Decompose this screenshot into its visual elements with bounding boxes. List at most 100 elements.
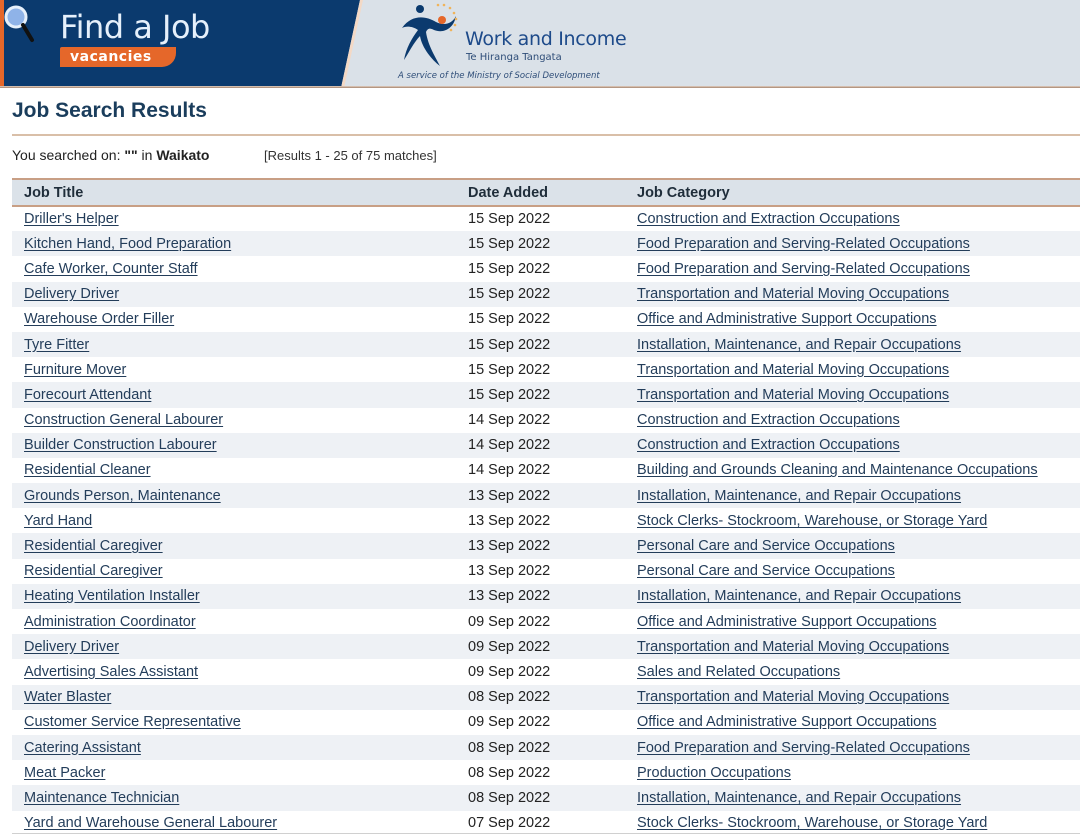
job-title-cell: Grounds Person, Maintenance	[12, 483, 468, 508]
table-row: Residential Caregiver 13 Sep 2022 Personal…	[12, 533, 1080, 559]
job-category-link[interactable]: Transportation and Material Moving Occup…	[637, 362, 949, 378]
table-row: Water Blaster 08 Sep 2022 Transportation a…	[12, 684, 1080, 710]
table-row: Driller's Helper 15 Sep 2022 Construction …	[12, 206, 1080, 231]
job-category-cell: Installation, Maintenance, and Repair Oc…	[637, 332, 1080, 357]
date-added-cell: 08 Sep 2022	[468, 764, 551, 781]
job-title-cell: Yard Hand	[12, 508, 468, 533]
table-row: Delivery Driver 09 Sep 2022 Transportation…	[12, 634, 1080, 660]
job-title-link[interactable]: Grounds Person, Maintenance	[24, 488, 221, 504]
job-title-link[interactable]: Maintenance Technician	[24, 790, 179, 806]
job-category-link[interactable]: Personal Care and Service Occupations	[637, 563, 895, 579]
job-category-link[interactable]: Transportation and Material Moving Occup…	[637, 689, 949, 705]
column-header-job-title: Job Title	[24, 184, 84, 201]
job-title-link[interactable]: Warehouse Order Filler	[24, 311, 174, 327]
job-title-cell: Catering Assistant	[12, 735, 468, 760]
job-category-link[interactable]: Transportation and Material Moving Occup…	[637, 639, 949, 655]
job-category-link[interactable]: Office and Administrative Support Occupa…	[637, 311, 937, 327]
table-row: Cafe Worker, Counter Staff 15 Sep 2022 Foo…	[12, 256, 1080, 281]
org-service-line: A service of the Ministry of Social Deve…	[398, 71, 600, 81]
job-category-cell: Construction and Extraction Occupations	[637, 433, 1080, 458]
job-category-link[interactable]: Construction and Extraction Occupations	[637, 437, 900, 453]
table-header-row: Job Title Date Added Job Category	[12, 179, 1080, 206]
job-category-cell: Office and Administrative Support Occupa…	[637, 710, 1080, 735]
job-category-link[interactable]: Office and Administrative Support Occupa…	[637, 714, 937, 730]
job-category-cell: Sales and Related Occupations	[637, 659, 1080, 684]
results-count: [Results 1 - 25 of 75 matches]	[264, 148, 437, 163]
date-added-cell: 15 Sep 2022	[468, 336, 551, 353]
job-title-link[interactable]: Water Blaster	[24, 689, 111, 705]
job-category-cell: Food Preparation and Serving-Related Occ…	[637, 231, 1080, 256]
job-title-link[interactable]: Kitchen Hand, Food Preparation	[24, 236, 231, 252]
search-term: ""	[124, 147, 138, 163]
job-category-link[interactable]: Sales and Related Occupations	[637, 664, 840, 680]
title-divider	[12, 134, 1080, 136]
table-row: Yard Hand 13 Sep 2022 Stock Clerks- Stockr…	[12, 508, 1080, 533]
table-row: Administration Coordinator 09 Sep 2022 Off…	[12, 609, 1080, 634]
job-category-link[interactable]: Transportation and Material Moving Occup…	[637, 387, 949, 403]
table-bottom-divider	[12, 833, 1080, 834]
job-title-link[interactable]: Customer Service Representative	[24, 714, 241, 730]
job-category-link[interactable]: Stock Clerks- Stockroom, Warehouse, or S…	[637, 513, 987, 529]
job-title-link[interactable]: Furniture Mover	[24, 362, 126, 378]
date-added-cell: 14 Sep 2022	[468, 412, 551, 429]
job-title-link[interactable]: Yard and Warehouse General Labourer	[24, 815, 277, 831]
job-category-link[interactable]: Installation, Maintenance, and Repair Oc…	[637, 488, 961, 504]
job-title-link[interactable]: Advertising Sales Assistant	[24, 664, 198, 680]
table-row: Maintenance Technician 08 Sep 2022 Install…	[12, 785, 1080, 811]
job-title-link[interactable]: Administration Coordinator	[24, 614, 196, 630]
work-and-income-logo-icon[interactable]	[398, 2, 462, 70]
table-row: Yard and Warehouse General Labourer 07 Se…	[12, 811, 1080, 836]
job-category-link[interactable]: Installation, Maintenance, and Repair Oc…	[637, 337, 961, 353]
job-title-link[interactable]: Residential Caregiver	[24, 563, 163, 579]
table-row: Catering Assistant 08 Sep 2022 Food Prepar…	[12, 734, 1080, 761]
job-category-link[interactable]: Food Preparation and Serving-Related Occ…	[637, 740, 970, 756]
job-category-link[interactable]: Office and Administrative Support Occupa…	[637, 614, 937, 630]
job-category-link[interactable]: Construction and Extraction Occupations	[637, 412, 900, 428]
find-a-job-logo-text[interactable]: Find a Job	[60, 8, 210, 46]
job-title-link[interactable]: Driller's Helper	[24, 211, 119, 227]
job-category-link[interactable]: Food Preparation and Serving-Related Occ…	[637, 236, 970, 252]
job-title-cell: Tyre Fitter	[12, 332, 468, 357]
results-body: Driller's Helper 15 Sep 2022 Construction …	[12, 206, 1080, 836]
job-category-link[interactable]: Installation, Maintenance, and Repair Oc…	[637, 588, 961, 604]
job-title-cell: Maintenance Technician	[12, 785, 468, 810]
job-category-cell: Transportation and Material Moving Occup…	[637, 382, 1080, 407]
date-added-cell: 13 Sep 2022	[468, 538, 551, 555]
table-row: Advertising Sales Assistant 09 Sep 2022 Sa…	[12, 659, 1080, 684]
job-category-link[interactable]: Transportation and Material Moving Occup…	[637, 286, 949, 302]
job-title-link[interactable]: Construction General Labourer	[24, 412, 223, 428]
job-category-link[interactable]: Stock Clerks- Stockroom, Warehouse, or S…	[637, 815, 987, 831]
job-title-link[interactable]: Heating Ventilation Installer	[24, 588, 200, 604]
search-in: in	[141, 147, 153, 163]
job-title-cell: Furniture Mover	[12, 357, 468, 382]
job-title-link[interactable]: Meat Packer	[24, 765, 105, 781]
job-title-link[interactable]: Residential Caregiver	[24, 538, 163, 554]
job-category-link[interactable]: Installation, Maintenance, and Repair Oc…	[637, 790, 961, 806]
job-category-link[interactable]: Building and Grounds Cleaning and Mainte…	[637, 462, 1038, 478]
date-added-cell: 09 Sep 2022	[468, 638, 551, 655]
job-title-link[interactable]: Tyre Fitter	[24, 337, 89, 353]
banner-divider	[0, 86, 1080, 88]
job-title-link[interactable]: Forecourt Attendant	[24, 387, 151, 403]
table-row: Furniture Mover 15 Sep 2022 Transportation…	[12, 357, 1080, 382]
job-category-link[interactable]: Food Preparation and Serving-Related Occ…	[637, 261, 970, 277]
date-added-cell: 15 Sep 2022	[468, 286, 551, 303]
date-added-cell: 15 Sep 2022	[468, 260, 551, 277]
job-title-link[interactable]: Yard Hand	[24, 513, 92, 529]
job-category-link[interactable]: Construction and Extraction Occupations	[637, 211, 900, 227]
job-title-link[interactable]: Delivery Driver	[24, 286, 119, 302]
job-category-link[interactable]: Personal Care and Service Occupations	[637, 538, 895, 554]
site-banner: Find a Job vacancies Work and Income Te …	[0, 0, 1080, 88]
job-title-cell: Residential Caregiver	[12, 559, 468, 584]
job-category-cell: Installation, Maintenance, and Repair Oc…	[637, 785, 1080, 810]
job-title-link[interactable]: Residential Cleaner	[24, 462, 151, 478]
job-title-link[interactable]: Builder Construction Labourer	[24, 437, 217, 453]
job-category-cell: Food Preparation and Serving-Related Occ…	[637, 256, 1080, 281]
job-category-cell: Installation, Maintenance, and Repair Oc…	[637, 584, 1080, 609]
date-added-cell: 09 Sep 2022	[468, 714, 551, 731]
results-table: Job Title Date Added Job Category Drille…	[12, 178, 1080, 836]
job-title-link[interactable]: Delivery Driver	[24, 639, 119, 655]
job-title-link[interactable]: Catering Assistant	[24, 740, 141, 756]
job-category-link[interactable]: Production Occupations	[637, 765, 791, 781]
job-title-link[interactable]: Cafe Worker, Counter Staff	[24, 261, 198, 277]
